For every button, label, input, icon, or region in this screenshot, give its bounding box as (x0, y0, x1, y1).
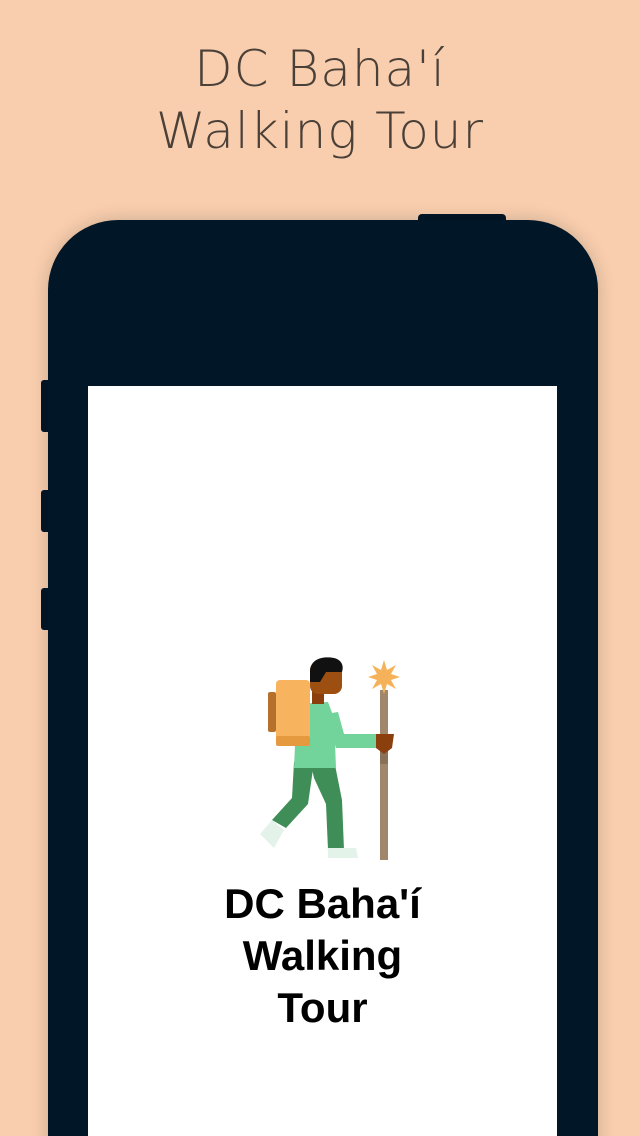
promo-title: DC Baha'í Walking Tour (0, 38, 640, 162)
app-title-line-2: Walking (242, 932, 403, 979)
promo-title-line-1: DC Baha'í (194, 40, 446, 98)
app-screen: DC Baha'í Walking Tour (88, 386, 557, 1136)
app-title-line-1: DC Baha'í (224, 880, 421, 927)
promo-title-line-2: Walking Tour (155, 102, 485, 160)
hiker-icon (260, 657, 400, 860)
app-title: DC Baha'í Walking Tour (88, 878, 557, 1034)
app-title-line-3: Tour (277, 984, 368, 1031)
